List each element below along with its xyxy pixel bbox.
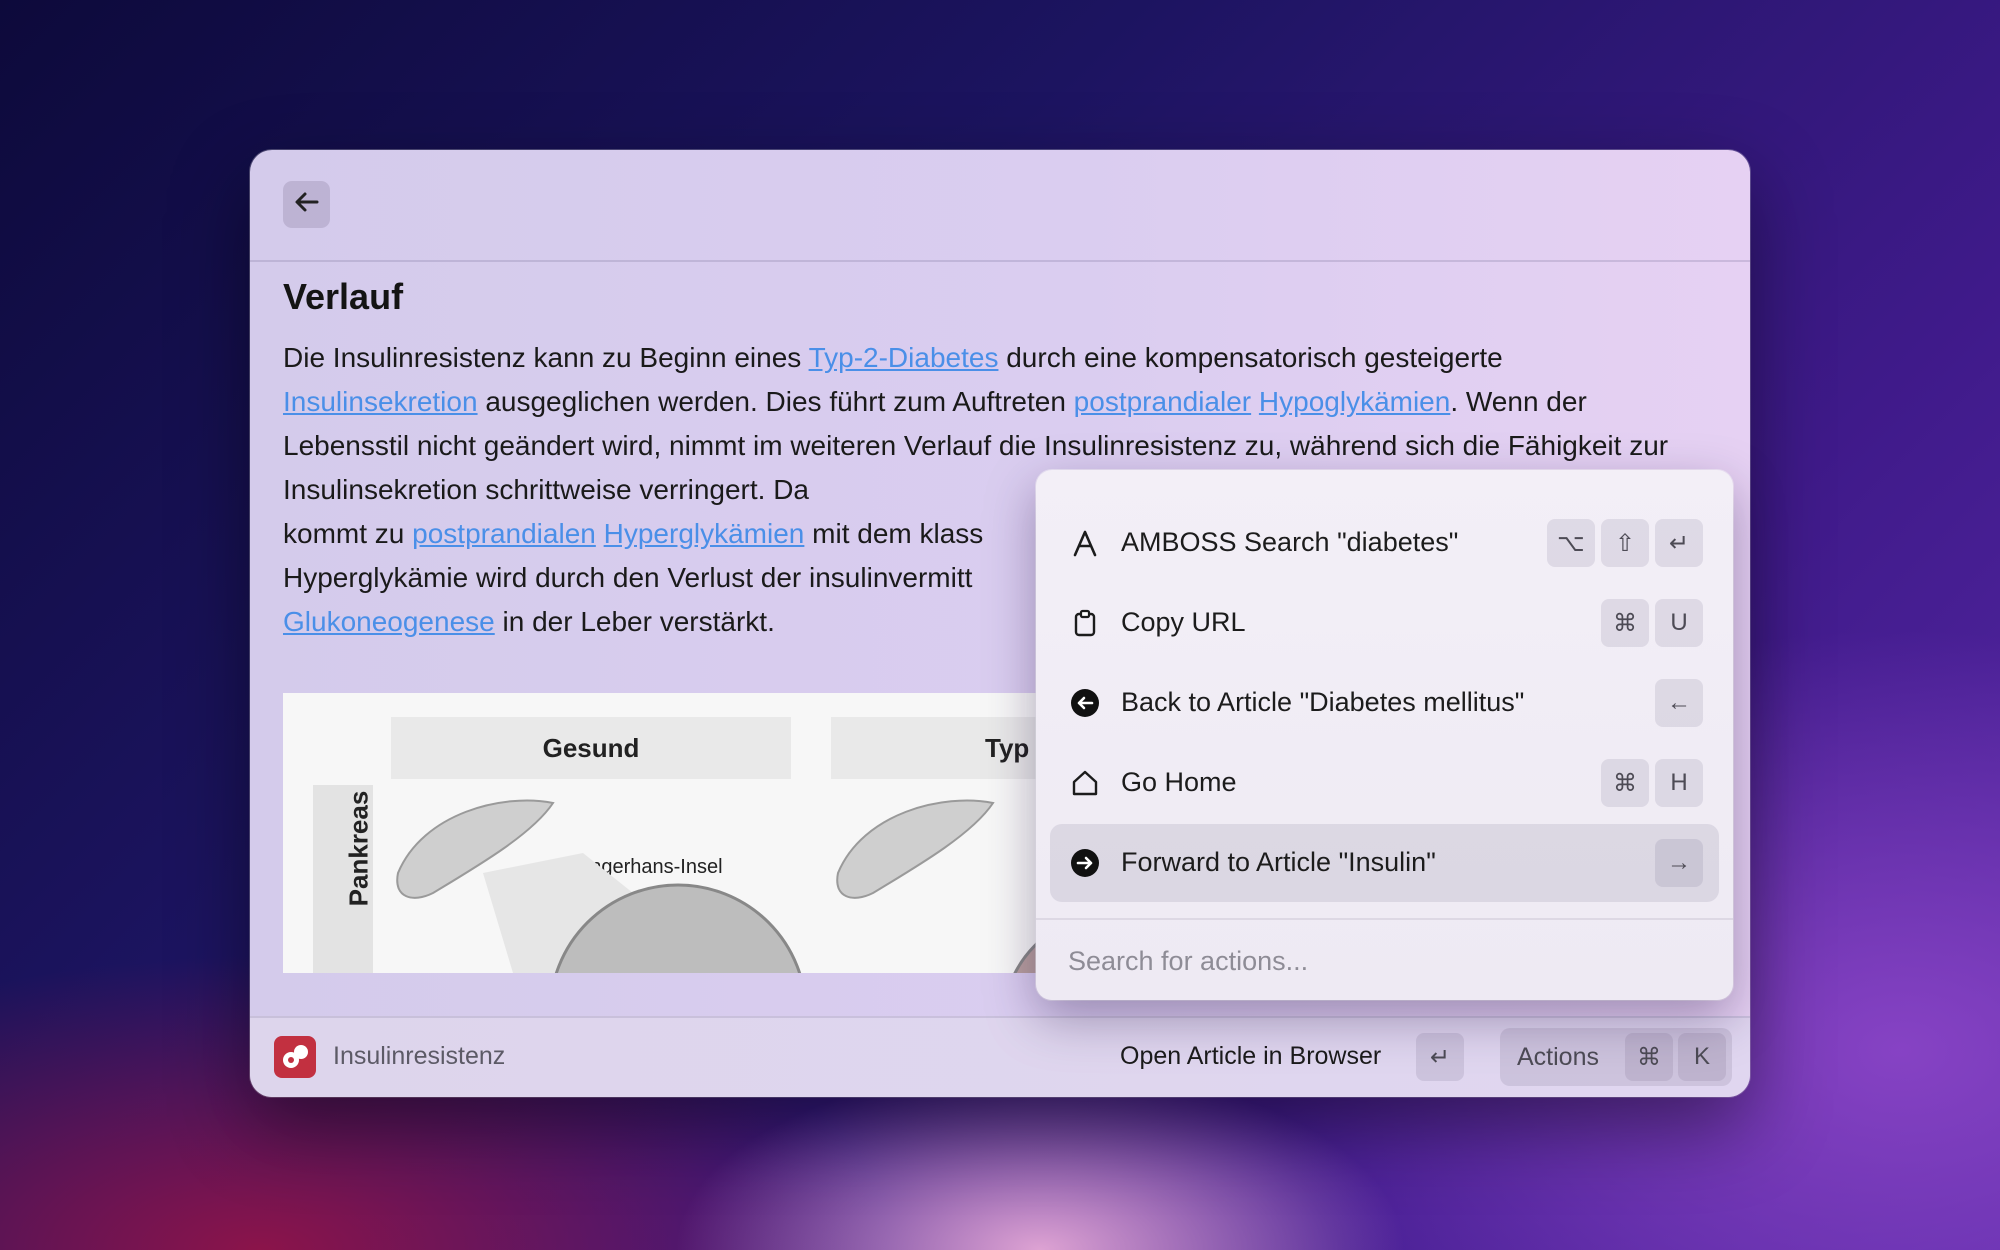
arrow-right-circle-icon [1069,847,1101,879]
app-title: Insulinresistenz [333,1042,506,1070]
enter-key: ↵ [1655,519,1703,567]
text-segment [1251,386,1259,417]
action-forward-to-article[interactable]: Forward to Article "Insulin" → [1050,824,1719,902]
text-segment: kommt zu [283,518,413,549]
action-label: Forward to Article "Insulin" [1121,847,1436,877]
shift-key: ⇧ [1601,519,1649,567]
actions-label: Actions [1517,1043,1599,1071]
link-hypoglykaemien[interactable]: Hypoglykämien [1259,386,1450,417]
bottom-bar: Insulinresistenz Open Article in Browser… [250,1016,1750,1097]
link-insulinsekretion[interactable]: Insulinsekretion [283,386,478,417]
action-go-home[interactable]: Go Home ⌘ H [1050,744,1719,822]
text-segment [596,518,604,549]
command-key: ⌘ [1601,759,1649,807]
action-label: Copy URL [1121,607,1246,637]
action-panel: AMBOSS Search "diabetes" ⌥ ⇧ ↵ Copy URL … [1036,470,1733,1000]
home-icon [1069,767,1101,799]
link-hyperglykaemien[interactable]: Hyperglykämien [604,518,805,549]
link-postprandialer[interactable]: postprandialer [1074,386,1251,417]
shortcut-keys: → [1655,839,1703,887]
action-amboss-search[interactable]: AMBOSS Search "diabetes" ⌥ ⇧ ↵ [1050,504,1719,582]
actions-button[interactable]: Actions ⌘ K [1500,1028,1732,1086]
action-search-input[interactable] [1066,938,1710,984]
open-in-browser-button[interactable]: Open Article in Browser [1120,1042,1381,1071]
enter-key-hint: ↵ [1416,1033,1464,1081]
clipped-row [1036,470,1733,484]
k-key-hint: K [1678,1033,1726,1081]
command-key-hint: ⌘ [1625,1033,1673,1081]
command-key: ⌘ [1601,599,1649,647]
shortcut-keys: ⌘ H [1601,759,1703,807]
shortcut-keys: ← [1655,679,1703,727]
action-label: Back to Article "Diabetes mellitus" [1121,687,1525,717]
amboss-a-icon [1069,527,1101,559]
arrow-left-circle-icon [1069,687,1101,719]
text-segment: mit dem klass [804,518,984,549]
left-arrow-key: ← [1655,679,1703,727]
text-segment: Hyperglykämie wird durch den Verlust der… [283,562,973,593]
text-segment: in der Leber verstärkt. [494,606,775,637]
option-key: ⌥ [1547,519,1595,567]
h-key: H [1655,759,1703,807]
amboss-app-icon [274,1036,316,1078]
action-label: AMBOSS Search "diabetes" [1121,527,1459,557]
action-copy-url[interactable]: Copy URL ⌘ U [1050,584,1719,662]
top-bar [250,150,1750,262]
link-postprandialen[interactable]: postprandialen [412,518,596,549]
back-button[interactable] [283,181,330,228]
clipboard-icon [1069,607,1101,639]
arrow-left-icon [293,188,321,221]
section-heading: Verlauf [283,276,404,317]
action-label: Go Home [1121,767,1237,797]
link-glukoneogenese[interactable]: Glukoneogenese [283,606,495,637]
text-segment: Die Insulinresistenz kann zu Beginn eine… [283,342,809,373]
u-key: U [1655,599,1703,647]
right-arrow-key: → [1655,839,1703,887]
action-back-to-article[interactable]: Back to Article "Diabetes mellitus" ← [1050,664,1719,742]
text-segment: durch eine kompensatorisch gesteigerte [998,342,1503,373]
text-segment: ausgeglichen werden. Dies führt zum Auft… [477,386,1074,417]
shortcut-keys: ⌘ U [1601,599,1703,647]
shortcut-keys: ⌥ ⇧ ↵ [1547,519,1703,567]
link-typ-2-diabetes[interactable]: Typ-2-Diabetes [809,342,999,373]
panel-divider [1036,918,1733,920]
